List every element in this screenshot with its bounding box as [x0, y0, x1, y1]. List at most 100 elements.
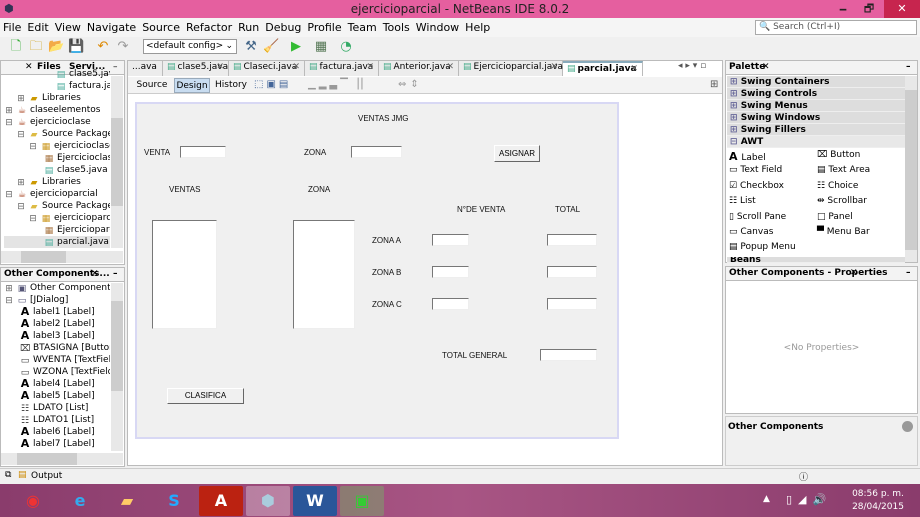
- zona-a-total-input[interactable]: [547, 234, 597, 246]
- restore-window-icon[interactable]: ⧉: [5, 470, 11, 480]
- zona-c-count-input[interactable]: [432, 298, 469, 310]
- minimize-icon[interactable]: –: [113, 269, 118, 279]
- close-button[interactable]: ✕: [884, 0, 920, 18]
- menu-view[interactable]: View: [52, 18, 84, 37]
- app-icon[interactable]: ▣: [340, 486, 384, 516]
- vertical-scrollbar[interactable]: [905, 76, 917, 262]
- palette-item-list[interactable]: ☷ List: [729, 196, 756, 206]
- view-design[interactable]: Design: [174, 78, 210, 93]
- tree-item[interactable]: ⊟ ▰ Source Packages: [4, 128, 110, 140]
- tree-item[interactable]: ⊞ ▣ Other Components: [4, 282, 110, 294]
- palette-item-text-field[interactable]: ▭ Text Field: [729, 165, 782, 175]
- tree-item[interactable]: Alabel6 [Label]: [4, 426, 110, 438]
- total-general-input[interactable]: [540, 349, 597, 361]
- palette-item-label[interactable]: A Label: [729, 150, 766, 163]
- palette-item-menu-bar[interactable]: ▀ Menu Bar: [817, 227, 870, 237]
- zona-b-total-input[interactable]: [547, 266, 597, 278]
- palette-item-choice[interactable]: ☷ Choice: [817, 181, 858, 191]
- redo-icon[interactable]: ↷: [115, 39, 131, 55]
- palette-item-canvas[interactable]: ▭ Canvas: [729, 227, 773, 237]
- clasifica-button[interactable]: CLASIFICA: [167, 388, 244, 404]
- close-icon[interactable]: ✕: [216, 62, 224, 72]
- expand-toggle-icon[interactable]: ⊟: [4, 119, 14, 128]
- minimize-icon[interactable]: –: [906, 62, 911, 72]
- tree-item[interactable]: Alabel3 [Label]: [4, 330, 110, 342]
- palette-item-panel[interactable]: □ Panel: [817, 212, 853, 222]
- minimize-icon[interactable]: –: [113, 62, 118, 72]
- close-icon[interactable]: ✕: [850, 268, 858, 278]
- tree-item[interactable]: ☷ LDATO [List]: [4, 402, 110, 414]
- tree-item[interactable]: ⊟ ☕ ejercicioclase: [4, 116, 110, 128]
- tree-item[interactable]: Alabel4 [Label]: [4, 378, 110, 390]
- undo-icon[interactable]: ↶: [95, 39, 111, 55]
- close-icon[interactable]: ✕: [762, 62, 770, 72]
- asignar-button[interactable]: ASIGNAR: [494, 145, 540, 162]
- tab-anterior-java[interactable]: ▤ Anterior.java ✕: [379, 61, 459, 76]
- menu-debug[interactable]: Debug: [262, 18, 304, 37]
- new-file-icon[interactable]: 🗋: [8, 39, 24, 55]
- tree-item[interactable]: ☷ LDATO1 [List]: [4, 414, 110, 426]
- clock-time[interactable]: 08:56 p. m.: [850, 489, 906, 499]
- menu-file[interactable]: File: [0, 18, 24, 37]
- expand-toggle-icon[interactable]: ⊞: [4, 107, 14, 116]
- horizontal-scrollbar[interactable]: [1, 251, 123, 263]
- tab-factura-java[interactable]: ▤ factura.java ✕: [305, 61, 379, 76]
- minimize-button[interactable]: 🗕: [830, 0, 856, 18]
- zona-a-count-input[interactable]: [432, 234, 469, 246]
- menu-source[interactable]: Source: [139, 18, 183, 37]
- palette-category[interactable]: ⊞ Swing Windows: [727, 112, 905, 124]
- run-icon[interactable]: ▶: [288, 39, 304, 55]
- tree-item[interactable]: ⊞ ▰ Libraries: [4, 176, 110, 188]
- tab-ejercicioparcial-java[interactable]: ▤ Ejercicioparcial.java ✕: [459, 61, 563, 76]
- zona-c-total-input[interactable]: [547, 298, 597, 310]
- tab-palette[interactable]: Palette: [729, 62, 765, 72]
- menu-tools[interactable]: Tools: [380, 18, 413, 37]
- tree-item[interactable]: Alabel7 [Label]: [4, 438, 110, 450]
- menu-navigate[interactable]: Navigate: [84, 18, 139, 37]
- close-icon[interactable]: ✕: [446, 62, 454, 72]
- horizontal-scrollbar[interactable]: [1, 453, 123, 465]
- palette-category-awt[interactable]: ⊟ AWT: [727, 136, 905, 148]
- tab-navigation-icons[interactable]: ◂ ▸ ▾ ▫: [678, 61, 706, 71]
- expand-toggle-icon[interactable]: ⊟: [16, 203, 26, 212]
- palette-item-checkbox[interactable]: ☑ Checkbox: [729, 181, 784, 191]
- expand-icon[interactable]: ⊞: [710, 79, 718, 90]
- align-icons[interactable]: ▁▂▃▔▕▏: [308, 79, 372, 90]
- tab-parcial-java[interactable]: ▤ parcial.java ✕: [563, 61, 643, 76]
- debug-icon[interactable]: ▦: [313, 39, 329, 55]
- tree-item[interactable]: ⊟ ☕ ejercicioparcial: [4, 188, 110, 200]
- palette-item-scrollbar[interactable]: ⇹ Scrollbar: [817, 196, 867, 206]
- acrobat-icon[interactable]: A: [199, 486, 243, 516]
- minimize-icon[interactable]: –: [906, 268, 911, 278]
- vertical-scrollbar[interactable]: [111, 283, 123, 451]
- tab--ava[interactable]: ...ava: [128, 61, 163, 76]
- expand-toggle-icon[interactable]: ⊟: [28, 143, 38, 152]
- menu-edit[interactable]: Edit: [24, 18, 51, 37]
- file-explorer-icon[interactable]: ▰: [105, 486, 149, 516]
- palette-item-popup-menu[interactable]: ▤ Popup Menu: [729, 242, 796, 252]
- close-icon[interactable]: ✕: [292, 62, 300, 72]
- config-select[interactable]: <default config> ⌄: [143, 39, 237, 54]
- tree-item[interactable]: Alabel2 [Label]: [4, 318, 110, 330]
- palette-category-beans[interactable]: Beans: [727, 257, 905, 263]
- tree-item[interactable]: ▦ Ejercicioclas: [4, 152, 110, 164]
- system-tray-icons[interactable]: ▯◢🔊: [786, 493, 832, 506]
- expand-toggle-icon[interactable]: ⊟: [4, 297, 14, 306]
- zona-list[interactable]: [293, 220, 355, 329]
- selection-mode-icons[interactable]: ⬚▣▤: [254, 79, 291, 90]
- menu-run[interactable]: Run: [235, 18, 262, 37]
- internet-explorer-icon[interactable]: e: [58, 486, 102, 516]
- zona-b-count-input[interactable]: [432, 266, 469, 278]
- tree-item[interactable]: Alabel5 [Label]: [4, 390, 110, 402]
- tree-item[interactable]: ▤clase5.java: [4, 68, 110, 80]
- venta-input[interactable]: [180, 146, 226, 158]
- tree-item[interactable]: ▦ Ejercicioparc: [4, 224, 110, 236]
- close-icon[interactable]: ✕: [366, 62, 374, 72]
- tree-item[interactable]: ▤factura.java: [4, 80, 110, 92]
- palette-category[interactable]: ⊞ Swing Menus: [727, 100, 905, 112]
- menu-profile[interactable]: Profile: [304, 18, 344, 37]
- profile-icon[interactable]: ◔: [338, 39, 354, 55]
- chrome-icon[interactable]: ◉: [11, 486, 55, 516]
- view-history[interactable]: History: [210, 78, 252, 93]
- netbeans-icon[interactable]: ⬢: [246, 486, 290, 516]
